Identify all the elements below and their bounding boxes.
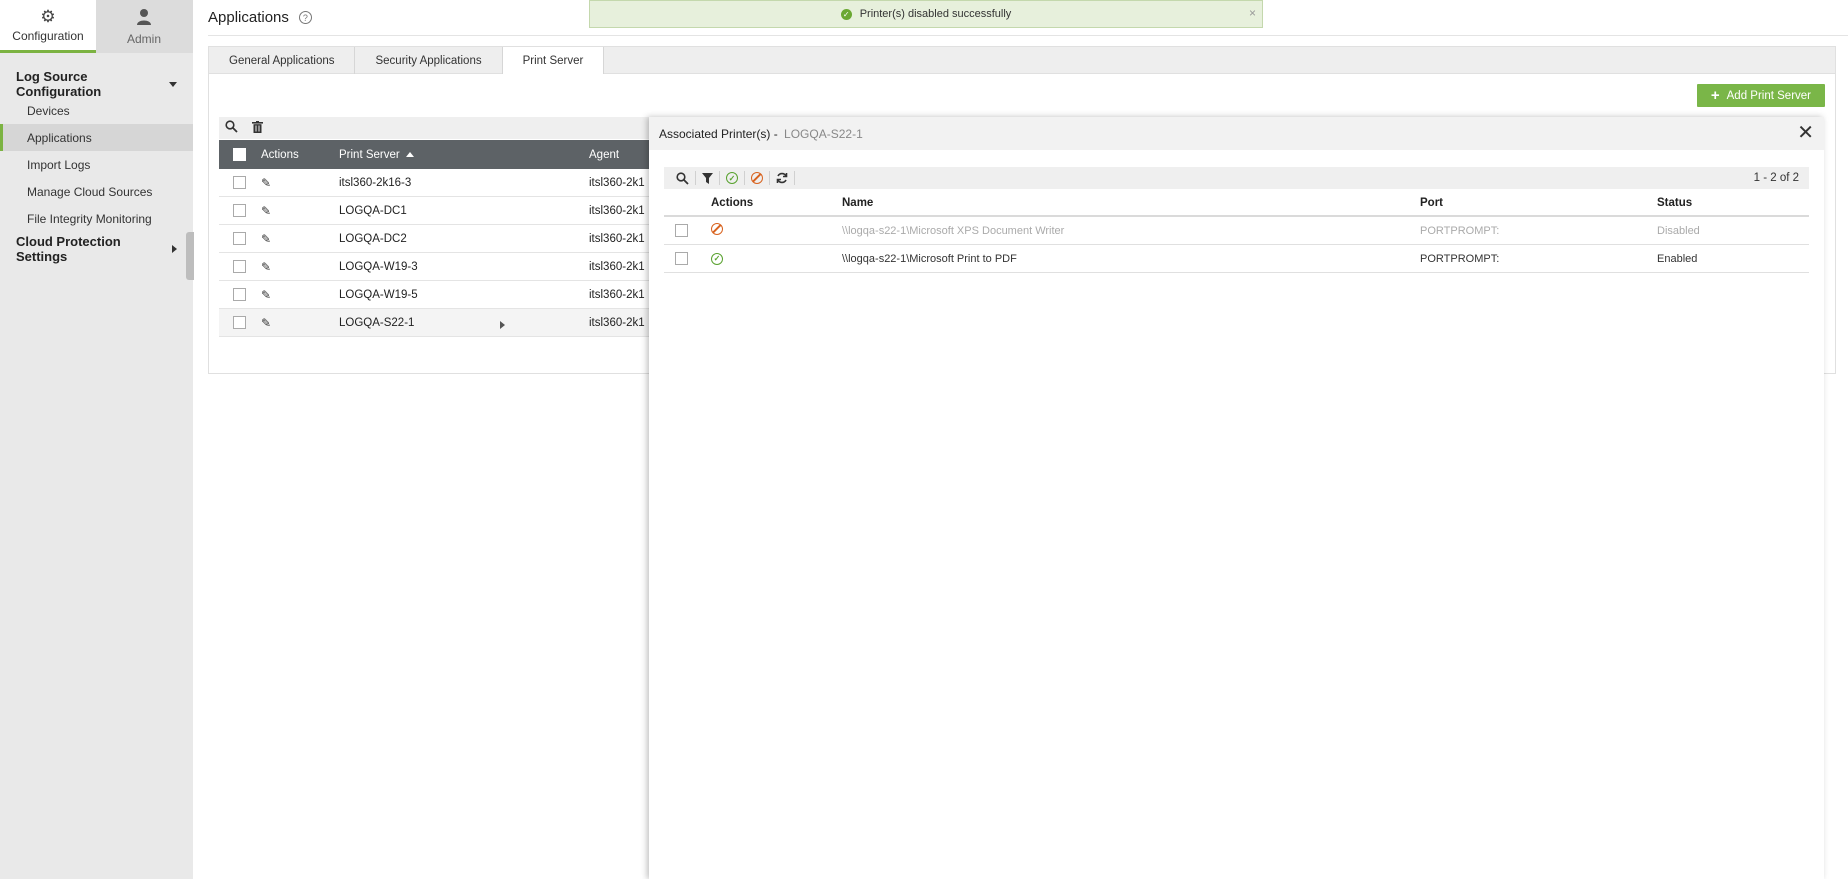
chevron-down-icon: [169, 81, 177, 87]
print-server-cell: LOGQA-S22-1: [339, 317, 589, 329]
enable-printer-icon[interactable]: ✓: [711, 252, 723, 265]
disable-printer-icon[interactable]: [711, 223, 723, 235]
sidebar-section-cloud-protection[interactable]: Cloud Protection Settings: [0, 234, 193, 264]
tabs-bar: General Applications Security Applicatio…: [208, 46, 1836, 75]
expand-arrow-icon[interactable]: [500, 320, 505, 329]
associated-printers-panel: Associated Printer(s) - LOGQA-S22-1 ✕ ✓ …: [649, 117, 1824, 879]
toast-message: Printer(s) disabled successfully: [859, 8, 1012, 20]
print-server-name: LOGQA-S22-1: [339, 316, 415, 329]
print-server-cell: LOGQA-DC2: [339, 232, 407, 245]
printer-name-cell: \\logqa-s22-1\Microsoft Print to PDF: [842, 252, 1017, 265]
sidebar-section-label: Cloud Protection Settings: [16, 234, 121, 264]
page-title-text: Applications: [208, 9, 289, 26]
tab-general-applications[interactable]: General Applications: [209, 47, 356, 74]
row-checkbox[interactable]: [675, 224, 688, 237]
column-header-actions: Actions: [261, 148, 299, 161]
sidebar-section-label: Log Source Configuration: [16, 69, 102, 99]
tab-security-applications[interactable]: Security Applications: [355, 47, 503, 74]
panel-subtitle: LOGQA-S22-1: [784, 126, 863, 141]
user-icon: [136, 8, 152, 29]
edit-icon[interactable]: ✎: [261, 288, 271, 302]
pagination-count: 1 - 2 of 2: [1753, 172, 1799, 184]
enable-icon[interactable]: ✓: [720, 171, 745, 185]
printer-name-cell: \\logqa-s22-1\Microsoft XPS Document Wri…: [842, 224, 1065, 237]
print-server-cell: LOGQA-W19-3: [339, 260, 418, 273]
sidebar-item-manage-cloud-sources[interactable]: Manage Cloud Sources: [0, 178, 193, 205]
edit-icon[interactable]: ✎: [261, 176, 271, 190]
printer-status-cell: Disabled: [1657, 224, 1700, 237]
toast-close-icon[interactable]: ×: [1249, 6, 1256, 20]
printer-port-cell: PORTPROMPT:: [1420, 224, 1500, 237]
search-icon[interactable]: [225, 120, 238, 136]
printer-port-cell: PORTPROMPT:: [1420, 252, 1500, 265]
panel-title: Associated Printer(s) -: [659, 126, 782, 141]
column-header-label: Print Server: [339, 148, 400, 161]
title-divider: [208, 35, 1848, 36]
sort-ascending-icon: [405, 151, 414, 157]
sidebar-section-log-source[interactable]: Log Source Configuration: [0, 69, 193, 99]
edit-icon[interactable]: ✎: [261, 316, 271, 330]
printer-toolbar: ✓ 1 - 2 of 2: [664, 167, 1809, 189]
printer-grid-header: Actions Name Port Status: [664, 191, 1809, 217]
column-header-name[interactable]: Name: [842, 197, 1420, 209]
printer-row[interactable]: \\logqa-s22-1\Microsoft XPS Document Wri…: [664, 217, 1809, 245]
filter-icon[interactable]: [696, 171, 720, 185]
sidebar-item-file-integrity-monitoring[interactable]: File Integrity Monitoring: [0, 205, 193, 232]
top-nav: ⚙ Configuration Admin: [0, 0, 193, 53]
column-header-port[interactable]: Port: [1420, 197, 1657, 209]
print-server-cell: itsl360-2k16-3: [339, 176, 412, 189]
disable-icon[interactable]: [745, 171, 770, 185]
row-checkbox[interactable]: [675, 252, 688, 265]
gear-icon: ⚙: [40, 6, 56, 26]
row-checkbox[interactable]: [232, 176, 246, 189]
printer-row[interactable]: ✓ \\logqa-s22-1\Microsoft Print to PDF P…: [664, 245, 1809, 273]
row-checkbox[interactable]: [232, 232, 246, 245]
sidebar-item-import-logs[interactable]: Import Logs: [0, 151, 193, 178]
sidebar: ⚙ Configuration Admin Log Source Configu…: [0, 0, 193, 879]
tab-configuration[interactable]: ⚙ Configuration: [0, 0, 96, 53]
sidebar-item-devices[interactable]: Devices: [0, 97, 193, 124]
print-server-cell: LOGQA-W19-5: [339, 288, 418, 301]
row-checkbox[interactable]: [232, 316, 246, 329]
close-icon[interactable]: ✕: [1797, 123, 1814, 143]
printer-grid: Actions Name Port Status \\logqa-s22-1\M…: [664, 191, 1809, 273]
chevron-right-icon: [172, 245, 177, 253]
add-print-server-button[interactable]: + Add Print Server: [1696, 84, 1825, 107]
tab-print-server[interactable]: Print Server: [502, 47, 605, 75]
panel-header: Associated Printer(s) - LOGQA-S22-1 ✕: [649, 117, 1824, 150]
select-all-checkbox[interactable]: [675, 196, 688, 210]
toast-notification: ✓ Printer(s) disabled successfully ×: [589, 0, 1263, 28]
print-server-cell: LOGQA-DC1: [339, 204, 407, 217]
plus-icon: +: [1710, 86, 1720, 104]
tab-admin[interactable]: Admin: [96, 0, 192, 53]
add-print-server-label: Add Print Server: [1726, 89, 1811, 102]
trash-icon[interactable]: [252, 120, 263, 136]
edit-icon[interactable]: ✎: [261, 260, 271, 274]
sidebar-item-applications[interactable]: Applications: [0, 124, 193, 151]
row-checkbox[interactable]: [232, 260, 246, 273]
edit-icon[interactable]: ✎: [261, 204, 271, 218]
tab-configuration-label: Configuration: [12, 28, 84, 43]
column-header-actions: Actions: [711, 197, 754, 209]
printer-status-cell: Enabled: [1657, 252, 1698, 265]
search-icon[interactable]: [670, 171, 696, 185]
success-icon: ✓: [840, 8, 852, 20]
row-checkbox[interactable]: [232, 288, 246, 301]
select-all-checkbox[interactable]: [232, 148, 246, 161]
column-header-status[interactable]: Status: [1657, 197, 1809, 209]
edit-icon[interactable]: ✎: [261, 232, 271, 246]
column-header-print-server[interactable]: Print Server: [339, 149, 589, 161]
row-checkbox[interactable]: [232, 204, 246, 217]
tab-admin-label: Admin: [126, 31, 161, 46]
refresh-icon[interactable]: [770, 171, 795, 185]
help-icon[interactable]: ?: [298, 11, 312, 24]
page-title: Applications ?: [208, 9, 312, 26]
